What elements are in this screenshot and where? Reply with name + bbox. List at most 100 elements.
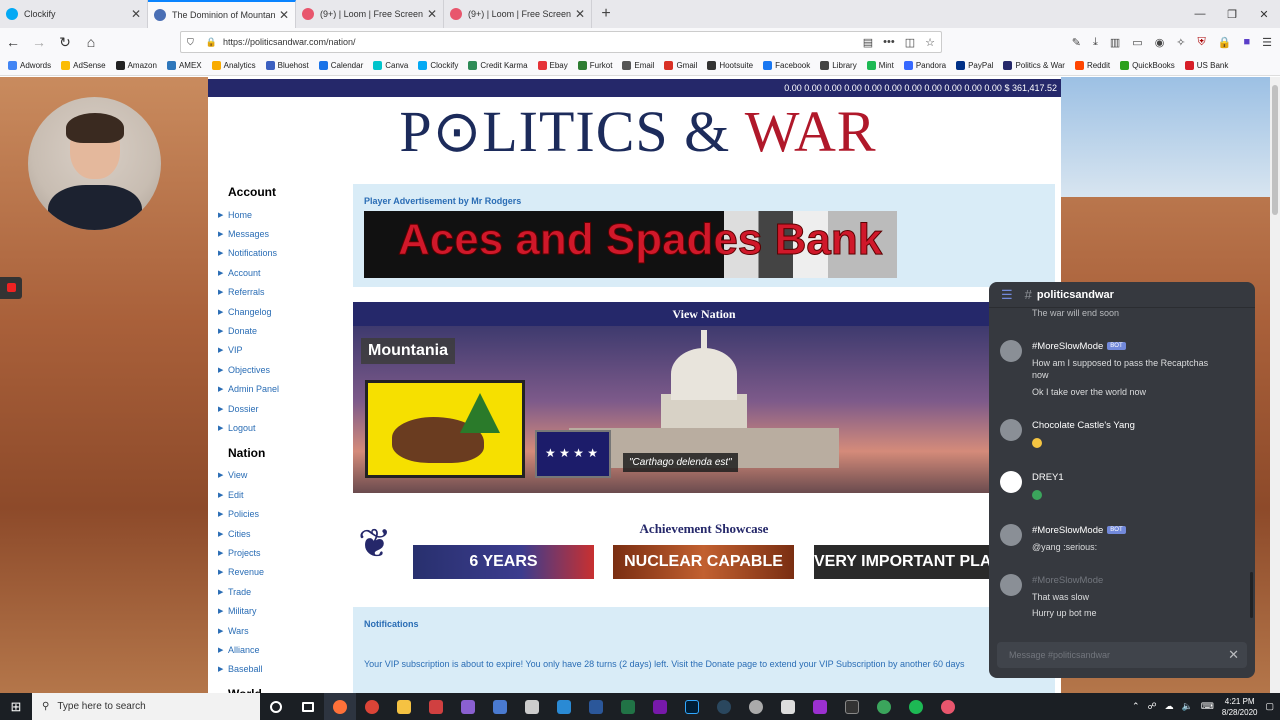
tab-loom-2[interactable]: (9+) | Loom | Free Screen & Vi ✕ bbox=[444, 0, 592, 28]
bookmark-bluehost[interactable]: Bluehost bbox=[265, 61, 309, 70]
bookmark-email[interactable]: Email bbox=[622, 61, 654, 70]
sidebar-item-revenue[interactable]: ▶ Revenue bbox=[218, 563, 348, 582]
loom-icon[interactable] bbox=[932, 693, 964, 720]
close-tab-icon[interactable]: ✕ bbox=[279, 8, 289, 22]
bookmark-gmail[interactable]: Gmail bbox=[664, 61, 697, 70]
achievement-nuclear-capable[interactable]: NUCLEAR CAPABLE bbox=[613, 545, 794, 579]
bookmark-furkot[interactable]: Furkot bbox=[577, 61, 612, 70]
achievement-very-important-player[interactable]: VERY IMPORTANT PLAYER bbox=[814, 545, 1023, 579]
chevron-up-icon[interactable]: ⌃ bbox=[1132, 701, 1140, 712]
bookmark-clockify[interactable]: Clockify bbox=[418, 61, 458, 70]
sidebar-item-military[interactable]: ▶ Military bbox=[218, 601, 348, 620]
sidebar-item-projects[interactable]: ▶ Projects bbox=[218, 543, 348, 562]
bookmark-hootsuite[interactable]: Hootsuite bbox=[707, 61, 753, 70]
app-icon[interactable] bbox=[740, 693, 772, 720]
sidebar-item-policies[interactable]: ▶ Policies bbox=[218, 504, 348, 523]
home-icon[interactable]: ⌂ bbox=[78, 34, 104, 50]
bookmark-calendar[interactable]: Calendar bbox=[318, 61, 363, 70]
sidebar-item-baseball[interactable]: ▶ Baseball bbox=[218, 660, 348, 679]
onenote-icon[interactable] bbox=[644, 693, 676, 720]
steam-icon[interactable] bbox=[708, 693, 740, 720]
bookmark-analytics[interactable]: Analytics bbox=[211, 61, 256, 70]
app-icon[interactable] bbox=[772, 693, 804, 720]
onedrive-icon[interactable]: ☁ bbox=[1165, 701, 1174, 712]
app-icon[interactable] bbox=[836, 693, 868, 720]
app-icon[interactable] bbox=[420, 693, 452, 720]
forward-icon[interactable]: → bbox=[26, 34, 52, 50]
bookmark-library[interactable]: Library bbox=[820, 61, 857, 70]
snipping-tool-icon[interactable] bbox=[516, 693, 548, 720]
minimize-icon[interactable]: — bbox=[1184, 0, 1216, 28]
ublock-icon[interactable]: ⛨ bbox=[1198, 36, 1206, 49]
sidebar-item-dossier[interactable]: ▶ Dossier bbox=[218, 399, 348, 418]
sidebar-item-changelog[interactable]: ▶ Changelog bbox=[218, 302, 348, 321]
account-icon[interactable]: ◉ bbox=[1155, 36, 1165, 49]
reload-icon[interactable]: ↻ bbox=[52, 34, 78, 51]
bookmark-facebook[interactable]: Facebook bbox=[763, 61, 810, 70]
volume-icon[interactable]: 🔈 bbox=[1182, 701, 1193, 712]
reader-view-icon[interactable]: ▤ bbox=[863, 36, 873, 49]
app-icon[interactable] bbox=[868, 693, 900, 720]
page-actions-icon[interactable]: ••• bbox=[883, 36, 895, 49]
new-tab-button[interactable]: + bbox=[592, 0, 620, 28]
lastpass-icon[interactable]: 🔒 bbox=[1218, 36, 1232, 49]
library-icon[interactable]: ▥ bbox=[1110, 36, 1120, 49]
wrench-icon[interactable]: ✎ bbox=[1072, 36, 1081, 49]
close-tab-icon[interactable]: ✕ bbox=[575, 7, 585, 21]
vscode-icon[interactable] bbox=[548, 693, 580, 720]
chrome-icon[interactable] bbox=[356, 693, 388, 720]
file-explorer-icon[interactable] bbox=[388, 693, 420, 720]
taskbar-clock[interactable]: 4:21 PM 8/28/2020 bbox=[1222, 696, 1258, 718]
bookmark-paypal[interactable]: PayPal bbox=[956, 61, 993, 70]
bookmark-quickbooks[interactable]: QuickBooks bbox=[1120, 61, 1175, 70]
bookmark-amex[interactable]: AMEX bbox=[166, 61, 202, 70]
sidebar-item-logout[interactable]: ▶ Logout bbox=[218, 418, 348, 437]
discord-message-input[interactable]: Message #politicsandwar ✕ bbox=[997, 642, 1247, 668]
sidebar-item-trade[interactable]: ▶ Trade bbox=[218, 582, 348, 601]
cortana-icon[interactable] bbox=[260, 693, 292, 720]
bookmark-amazon[interactable]: Amazon bbox=[115, 61, 157, 70]
photoshop-icon[interactable] bbox=[676, 693, 708, 720]
bookmark-us-bank[interactable]: US Bank bbox=[1184, 61, 1228, 70]
bookmark-pandora[interactable]: Pandora bbox=[903, 61, 946, 70]
task-view-icon[interactable] bbox=[292, 693, 324, 720]
avatar[interactable] bbox=[1000, 419, 1022, 441]
message-author[interactable]: Chocolate Castle's Yang bbox=[1032, 420, 1135, 431]
ad-author-link[interactable]: Mr Rodgers bbox=[471, 196, 521, 206]
message-author[interactable]: DREY1 bbox=[1032, 472, 1064, 483]
site-logo[interactable]: P⊙LITICS & WAR bbox=[398, 99, 878, 165]
bookmark-adsense[interactable]: AdSense bbox=[61, 61, 106, 70]
taskbar-search[interactable]: ⚲ Type here to search bbox=[32, 693, 260, 720]
word-icon[interactable] bbox=[580, 693, 612, 720]
close-window-icon[interactable]: ✕ bbox=[1248, 0, 1280, 28]
sidebar-item-view[interactable]: ▶ View bbox=[218, 466, 348, 485]
bookmark-mint[interactable]: Mint bbox=[866, 61, 894, 70]
tab-dominion-of-mountania[interactable]: The Dominion of Mountania ✕ bbox=[148, 0, 296, 28]
pocket-icon[interactable]: ◫ bbox=[905, 36, 915, 49]
sidebar-item-notifications[interactable]: ▶ Notifications bbox=[218, 244, 348, 263]
language-icon[interactable]: ⌨ bbox=[1201, 701, 1214, 712]
excel-icon[interactable] bbox=[612, 693, 644, 720]
app-icon[interactable] bbox=[484, 693, 516, 720]
network-icon[interactable]: ☍ bbox=[1148, 701, 1157, 712]
bookmark-ebay[interactable]: Ebay bbox=[537, 61, 568, 70]
download-icon[interactable]: ⤓ bbox=[1093, 36, 1098, 49]
app-icon[interactable] bbox=[804, 693, 836, 720]
close-tab-icon[interactable]: ✕ bbox=[131, 7, 141, 21]
sidebar-item-referrals[interactable]: ▶ Referrals bbox=[218, 283, 348, 302]
avatar[interactable] bbox=[1000, 574, 1022, 596]
sidebar-item-donate[interactable]: ▶ Donate bbox=[218, 321, 348, 340]
bookmark-canva[interactable]: Canva bbox=[373, 61, 408, 70]
address-bar[interactable]: ⛉ 🔒 https://politicsandwar.com/nation/ ▤… bbox=[180, 31, 942, 53]
sidebar-item-objectives[interactable]: ▶ Objectives bbox=[218, 360, 348, 379]
back-icon[interactable]: ← bbox=[0, 34, 26, 50]
sidebar-item-cities[interactable]: ▶ Cities bbox=[218, 524, 348, 543]
bookmark-reddit[interactable]: Reddit bbox=[1074, 61, 1110, 70]
scrollbar-thumb[interactable] bbox=[1272, 85, 1278, 215]
page-scrollbar[interactable] bbox=[1270, 77, 1280, 693]
sidebar-item-admin-panel[interactable]: ▶ Admin Panel bbox=[218, 380, 348, 399]
discord-scrollbar[interactable] bbox=[1250, 572, 1253, 618]
sidebar-item-edit[interactable]: ▶ Edit bbox=[218, 485, 348, 504]
extension-icon[interactable]: ✧ bbox=[1176, 36, 1185, 49]
sidebar-item-alliance[interactable]: ▶ Alliance bbox=[218, 640, 348, 659]
